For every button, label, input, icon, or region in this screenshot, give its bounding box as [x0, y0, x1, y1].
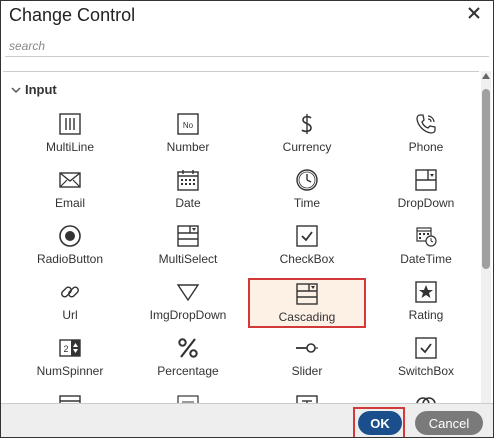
- control-item-partial-4[interactable]: [367, 390, 479, 404]
- scrollbar-thumb[interactable]: [482, 89, 490, 269]
- control-label: Percentage: [157, 364, 219, 378]
- datetime-icon: [416, 227, 437, 247]
- section-header-input[interactable]: Input: [11, 82, 57, 97]
- scrollbar[interactable]: [481, 71, 491, 403]
- url-icon: [61, 286, 79, 298]
- control-label: DropDown: [397, 196, 455, 210]
- control-item-phone[interactable]: Phone: [367, 110, 479, 160]
- radio-icon: [59, 225, 81, 247]
- control-item-partial-2[interactable]: [129, 390, 247, 404]
- numspinner-icon: 2: [59, 339, 81, 357]
- control-item-partial-3[interactable]: [248, 390, 366, 404]
- section-label: Input: [25, 82, 57, 97]
- numspinner-icon-text: 2: [63, 344, 68, 354]
- number-icon-text: No: [183, 121, 194, 130]
- control-item-date[interactable]: Date: [129, 166, 247, 216]
- control-item-time[interactable]: Time: [248, 166, 366, 216]
- time-icon: [296, 169, 318, 191]
- scroll-up-icon[interactable]: [482, 73, 490, 79]
- control-label: Date: [175, 196, 201, 210]
- control-item-slider[interactable]: Slider: [248, 334, 366, 384]
- control-item-checkbox[interactable]: CheckBox: [248, 222, 366, 272]
- control-label: CheckBox: [279, 252, 335, 266]
- control-item-number[interactable]: No Number: [129, 110, 247, 160]
- control-item-percentage[interactable]: Percentage: [129, 334, 247, 384]
- control-label: Phone: [408, 140, 444, 154]
- control-label: Cascading: [278, 310, 336, 324]
- imgdropdown-icon: [176, 284, 200, 302]
- control-item-multiselect[interactable]: MultiSelect: [129, 222, 247, 272]
- control-label: Time: [293, 196, 321, 210]
- number-icon: No: [177, 113, 199, 135]
- dialog-header: Change Control: [1, 1, 493, 31]
- control-label: Currency: [282, 140, 332, 154]
- control-label: RadioButton: [36, 252, 104, 266]
- email-icon: [59, 172, 81, 188]
- rating-icon: [415, 281, 437, 303]
- currency-icon: [301, 114, 312, 134]
- date-icon: [177, 170, 199, 191]
- control-label: Number: [166, 140, 210, 154]
- chevron-down-icon: [11, 86, 21, 93]
- control-item-currency[interactable]: Currency: [248, 110, 366, 160]
- control-label: Email: [54, 196, 85, 210]
- slider-icon: [296, 343, 318, 353]
- multiselect-icon: [177, 225, 199, 247]
- control-item-numspinner[interactable]: 2 NumSpinner: [11, 334, 129, 384]
- control-item-radiobutton[interactable]: RadioButton: [11, 222, 129, 272]
- control-item-partial-1[interactable]: [11, 390, 129, 404]
- control-item-datetime[interactable]: DateTime: [367, 222, 479, 272]
- control-item-dropdown[interactable]: DropDown: [367, 166, 479, 216]
- dialog-title: Change Control: [9, 5, 136, 25]
- phone-icon: [416, 114, 436, 134]
- control-item-url[interactable]: Url: [11, 278, 129, 328]
- control-item-switchbox[interactable]: SwitchBox: [367, 334, 479, 384]
- control-label: Url: [62, 308, 78, 322]
- cascading-icon: [296, 283, 318, 305]
- dropdown-icon: [415, 169, 437, 191]
- control-label: SwitchBox: [397, 364, 455, 378]
- control-label: Rating: [408, 308, 444, 322]
- switchbox-icon: [415, 337, 437, 359]
- control-item-email[interactable]: Email: [11, 166, 129, 216]
- control-label: MultiLine: [45, 140, 95, 154]
- control-label: DateTime: [400, 252, 452, 266]
- control-label: NumSpinner: [36, 364, 104, 378]
- change-control-dialog: Change Control Input MultiLine No Number: [0, 0, 494, 438]
- control-item-imgdropdown[interactable]: ImgDropDown: [129, 278, 247, 328]
- percentage-icon: [178, 338, 198, 358]
- control-label: ImgDropDown: [149, 308, 227, 322]
- control-item-multiline[interactable]: MultiLine: [11, 110, 129, 160]
- control-grid: MultiLine No Number Currency Phone Email…: [11, 110, 479, 404]
- dialog-footer: OK Cancel: [1, 403, 493, 437]
- ok-button[interactable]: OK: [358, 411, 402, 435]
- cancel-button[interactable]: Cancel: [415, 411, 483, 435]
- checkbox-icon: [296, 225, 318, 247]
- search-input[interactable]: [5, 35, 489, 57]
- control-list: Input MultiLine No Number Currency Phone…: [3, 71, 479, 404]
- control-item-cascading[interactable]: Cascading: [248, 278, 366, 328]
- control-label: MultiSelect: [158, 252, 218, 266]
- multiline-icon: [59, 113, 81, 135]
- control-label: Slider: [291, 364, 323, 378]
- control-item-rating[interactable]: Rating: [367, 278, 479, 328]
- close-icon[interactable]: [467, 6, 481, 20]
